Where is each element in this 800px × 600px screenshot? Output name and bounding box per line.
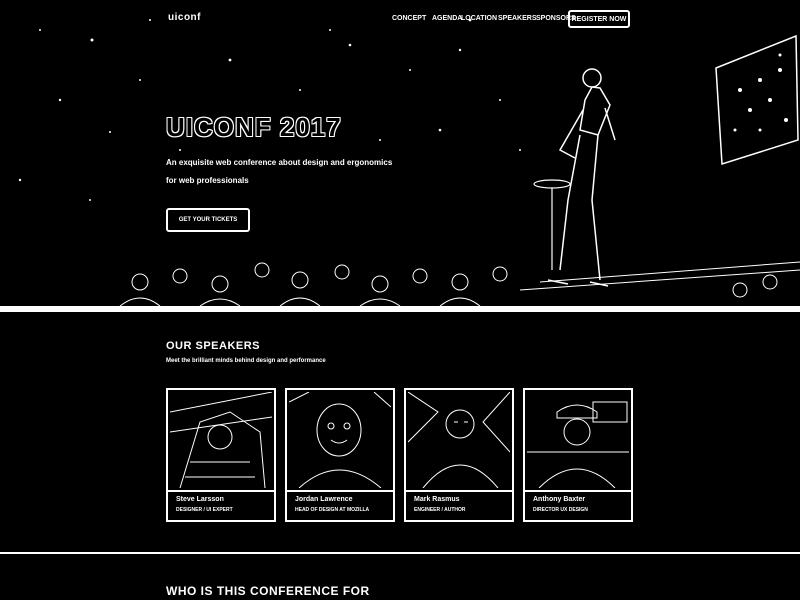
speaker-photo bbox=[170, 392, 272, 488]
speaker-name: Jordan Lawrence bbox=[295, 496, 353, 503]
speaker-card-divider bbox=[525, 490, 631, 492]
hero-section: uiconf Concept Agenda Location Speakers … bbox=[0, 0, 800, 306]
speaker-role: Designer / UI Expert bbox=[176, 507, 233, 513]
speaker-photo bbox=[408, 392, 510, 488]
speakers-subtitle: Meet the brilliant minds behind design a… bbox=[166, 358, 326, 364]
speaker-role: Director UX Design bbox=[533, 507, 588, 513]
speaker-card[interactable]: Mark Rasmus Engineer / Author bbox=[404, 388, 514, 522]
speaker-photo bbox=[289, 392, 391, 488]
speaker-role: Head of Design at Mozilla bbox=[295, 507, 370, 513]
hero-background-image bbox=[0, 0, 800, 306]
hero-subtitle-line-1: An exquisite web conference about design… bbox=[166, 158, 393, 167]
hero-title: UICONF 2017 bbox=[166, 112, 342, 142]
register-button[interactable]: Register now bbox=[568, 10, 630, 28]
section-divider bbox=[0, 552, 800, 554]
speaker-card[interactable]: Steve Larsson Designer / UI Expert bbox=[166, 388, 276, 522]
hero-divider bbox=[0, 306, 800, 312]
navbar: uiconf Concept Agenda Location Speakers … bbox=[0, 0, 800, 40]
speaker-card[interactable]: Jordan Lawrence Head of Design at Mozill… bbox=[285, 388, 395, 522]
nav-link-location[interactable]: Location bbox=[461, 15, 497, 22]
speaker-card-divider bbox=[406, 490, 512, 492]
speaker-name: Mark Rasmus bbox=[414, 496, 460, 503]
speaker-role: Engineer / Author bbox=[414, 507, 466, 513]
nav-link-concept[interactable]: Concept bbox=[392, 15, 426, 22]
speakers-title: Our speakers bbox=[166, 340, 261, 352]
nav-link-agenda[interactable]: Agenda bbox=[432, 15, 462, 22]
nav-link-speakers[interactable]: Speakers bbox=[498, 15, 537, 22]
page: uiconf Concept Agenda Location Speakers … bbox=[0, 0, 800, 600]
speaker-photo bbox=[527, 392, 629, 488]
audience-section-title: Who is this conference for bbox=[166, 584, 370, 598]
speaker-card-divider bbox=[287, 490, 393, 492]
get-tickets-button[interactable]: Get your tickets bbox=[166, 208, 250, 232]
speaker-name: Steve Larsson bbox=[176, 496, 224, 503]
hero-subtitle: An exquisite web conference about design… bbox=[166, 154, 436, 190]
hero-subtitle-line-2: for web professionals bbox=[166, 176, 249, 185]
speaker-name: Anthony Baxter bbox=[533, 496, 586, 503]
site-logo[interactable]: uiconf bbox=[168, 12, 201, 23]
speaker-card-divider bbox=[168, 490, 274, 492]
speaker-card[interactable]: Anthony Baxter Director UX Design bbox=[523, 388, 633, 522]
